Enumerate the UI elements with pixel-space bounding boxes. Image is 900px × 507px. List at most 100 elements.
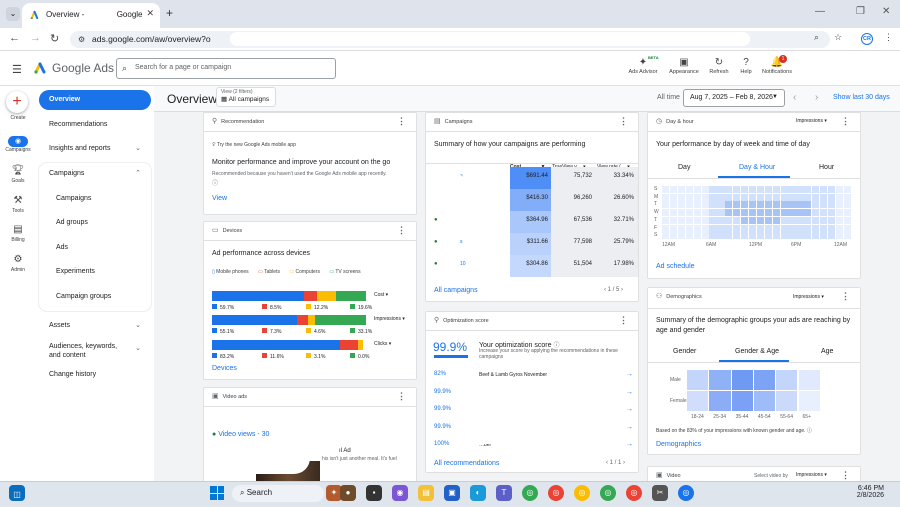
date-range-picker[interactable]: Aug 7, 2025 – Feb 8, 2026 ▼	[683, 89, 785, 107]
taskbar-search[interactable]: ⌕ Search	[232, 485, 324, 502]
reload-icon[interactable]: ↻	[50, 32, 59, 45]
nav-recommendations[interactable]: Recommendations	[39, 115, 151, 135]
nav-sub-ad-groups[interactable]: Ad groups	[39, 219, 151, 226]
hamburger-menu-icon[interactable]: ☰	[12, 63, 22, 76]
chrome-icon[interactable]: ◎	[548, 485, 564, 501]
search-field[interactable]: ⌕ Search for a page or campaign	[116, 58, 336, 79]
arrow-right-icon[interactable]: →	[626, 406, 633, 413]
arrow-right-icon[interactable]: →	[626, 371, 633, 378]
more-options-icon[interactable]: ⋮	[619, 315, 628, 326]
tab-age[interactable]: Age	[821, 348, 833, 355]
nav-assets[interactable]: Assets ⌄	[39, 316, 151, 336]
recommendation-view-link[interactable]: View	[212, 195, 227, 202]
show-last-30-days-link[interactable]: Show last 30 days	[833, 94, 890, 101]
tab-gender[interactable]: Gender	[673, 348, 696, 355]
nav-overview[interactable]: Overview	[39, 90, 151, 110]
chrome-icon[interactable]: ◎	[600, 485, 616, 501]
url-field[interactable]: ⚙ ads.google.com/aw/overview?o	[70, 31, 830, 48]
nav-campaigns[interactable]: Campaigns ⌃	[39, 164, 151, 184]
browser-menu-icon[interactable]: ⋮	[884, 32, 893, 43]
device-metric-select[interactable]: Cost ▾	[374, 292, 388, 298]
more-options-icon[interactable]: ⋮	[619, 116, 628, 127]
nav-change-history[interactable]: Change history	[39, 365, 151, 385]
rail-campaigns[interactable]: ◉ Campaigns	[0, 136, 36, 153]
bookmark-star-icon[interactable]: ☆	[834, 32, 842, 43]
nav-sub-ads[interactable]: Ads	[39, 244, 151, 251]
nav-insights[interactable]: Insights and reports ⌄	[39, 139, 151, 159]
nav-audiences[interactable]: Audiences, keywords, and content ⌄	[39, 336, 151, 362]
arrow-right-icon[interactable]: →	[626, 389, 633, 396]
pager-next-icon[interactable]: ›	[621, 287, 623, 293]
tab-day[interactable]: Day	[678, 164, 690, 171]
more-options-icon[interactable]: ⋮	[841, 470, 850, 481]
view-filter-selector[interactable]: View (2 filters) ▦ All campaigns	[216, 87, 276, 107]
copilot-icon[interactable]: ◉	[392, 485, 408, 501]
previous-period-icon[interactable]: ‹	[793, 92, 796, 103]
file-explorer-icon[interactable]: ▤	[418, 485, 434, 501]
day-hour-metric-select[interactable]: Impressions ▾	[796, 118, 827, 124]
demographics-link[interactable]: Demographics	[656, 441, 701, 448]
teams-icon[interactable]: T	[496, 485, 512, 501]
campaign-name[interactable]: 10	[460, 261, 466, 267]
chrome-icon[interactable]: ◎	[574, 485, 590, 501]
nav-sub-campaigns[interactable]: Campaigns	[39, 195, 151, 202]
more-options-icon[interactable]: ⋮	[841, 291, 850, 302]
arrow-right-icon[interactable]: →	[626, 441, 633, 448]
more-options-icon[interactable]: ⋮	[841, 116, 850, 127]
close-window-button[interactable]: ✕	[882, 6, 890, 17]
profile-avatar[interactable]: CR	[861, 33, 873, 45]
device-metric-select[interactable]: Clicks ▾	[374, 341, 391, 347]
store-icon[interactable]: ▣	[444, 485, 460, 501]
all-recommendations-link[interactable]: All recommendations	[434, 460, 499, 467]
more-options-icon[interactable]: ⋮	[397, 116, 406, 127]
google-ads-logo[interactable]: Google Ads	[33, 61, 114, 75]
pager-next-icon[interactable]: ›	[623, 460, 625, 466]
ad-schedule-link[interactable]: Ad schedule	[656, 263, 695, 270]
create-button[interactable]: +	[6, 91, 28, 113]
forward-arrow-icon[interactable]: →	[30, 32, 41, 44]
pager-prev-icon[interactable]: ‹	[606, 460, 608, 466]
rail-admin[interactable]: ⚙ Admin	[0, 254, 36, 273]
devices-link[interactable]: Devices	[212, 365, 237, 372]
task-view-icon[interactable]: ◫	[9, 485, 25, 501]
rail-tools[interactable]: ⚒ Tools	[0, 195, 36, 214]
windows-start-icon[interactable]	[210, 486, 224, 500]
terminal-icon[interactable]: ▪	[366, 485, 382, 501]
new-tab-button[interactable]: +	[166, 6, 173, 20]
arrow-right-icon[interactable]: →	[626, 424, 633, 431]
nav-sub-experiments[interactable]: Experiments	[39, 268, 151, 275]
clock[interactable]: 6:46 PM 2/8/2026	[844, 485, 884, 499]
ads-advisor-button[interactable]: ✦ BETA Ads Advisor	[623, 55, 663, 75]
info-icon[interactable]: ⓘ	[212, 178, 218, 187]
close-tab-icon[interactable]: ✕	[146, 8, 154, 19]
all-campaigns-link[interactable]: All campaigns	[434, 287, 478, 294]
demographics-metric-select[interactable]: Impressions ▾	[793, 294, 824, 300]
rail-billing[interactable]: ▤ Billing	[0, 224, 36, 243]
more-options-icon[interactable]: ⋮	[397, 225, 406, 236]
browser-tab[interactable]: Overview - Google ✕	[22, 3, 160, 28]
tab-search-button[interactable]: ⌄	[6, 7, 20, 21]
back-arrow-icon[interactable]: ←	[9, 32, 20, 44]
chrome-icon[interactable]: ◎	[678, 485, 694, 501]
pager-prev-icon[interactable]: ‹	[604, 287, 606, 293]
maximize-button[interactable]: ❐	[856, 6, 865, 17]
video-metric-select[interactable]: Impressions ▾	[796, 472, 827, 478]
notifications-button[interactable]: 🔔 1 Notifications	[757, 55, 797, 75]
tab-day-hour[interactable]: Day & Hour	[739, 164, 775, 171]
zoom-icon[interactable]: ⌕	[814, 32, 819, 43]
campaign-name[interactable]: s	[460, 239, 463, 245]
more-options-icon[interactable]: ⋮	[397, 391, 406, 402]
device-metric-select[interactable]: Impressions ▾	[374, 316, 405, 322]
tab-gender-age[interactable]: Gender & Age	[735, 348, 779, 355]
nav-sub-campaign-groups[interactable]: Campaign groups	[39, 293, 151, 300]
info-icon[interactable]: ⓘ	[807, 428, 812, 434]
optimization-campaign-name[interactable]: Beef & Lamb Gyros November	[479, 372, 547, 378]
video-views-label[interactable]: Video views -	[218, 431, 261, 438]
edge-icon[interactable]: ◐	[470, 485, 486, 501]
rail-goals[interactable]: 🏆︎ Goals	[0, 165, 36, 184]
chrome-icon[interactable]: ◎	[626, 485, 642, 501]
search-highlight-icon[interactable]: ●	[340, 485, 356, 501]
chrome-icon[interactable]: ◎	[522, 485, 538, 501]
snipping-tool-icon[interactable]: ✂	[652, 485, 668, 501]
site-info-icon[interactable]: ⚙	[78, 35, 85, 44]
